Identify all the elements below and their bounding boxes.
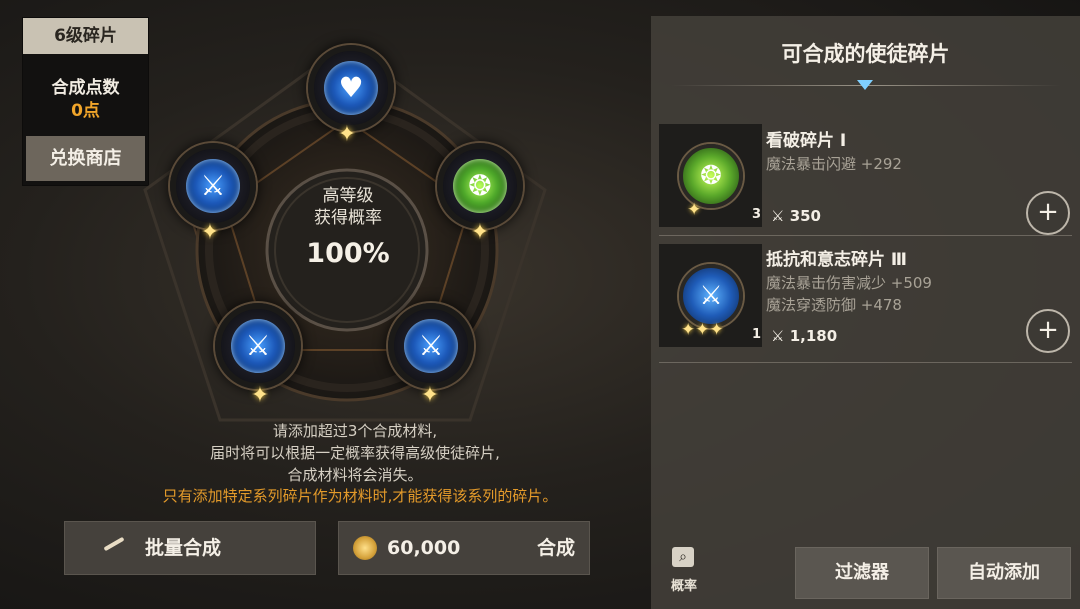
crossed-swords-icon: ⚔ xyxy=(771,327,785,345)
add-item-button[interactable]: + xyxy=(1026,191,1070,235)
series-warning-text: 只有添加特定系列碎片作为材料时,才能获得该系列的碎片。 xyxy=(162,487,558,505)
shield-sword-icon: ⚔ xyxy=(679,264,743,328)
synthesize-button[interactable]: 60,000 合成 xyxy=(338,521,590,575)
star-icon: ✦ xyxy=(200,220,220,245)
probability-label: 概率 xyxy=(670,579,697,594)
center-line1: 高等级 xyxy=(322,186,374,206)
synthesize-cost: 60,000 xyxy=(387,537,461,559)
info-line-3: 合成材料将会消失。 xyxy=(287,466,423,484)
magnifier-icon: ⌕ xyxy=(672,547,694,567)
item-count: 3 xyxy=(752,207,762,222)
green-rune-icon: ❂ xyxy=(453,159,507,213)
star-icon: ✦ xyxy=(420,383,440,408)
heart-shield-icon: ♥ xyxy=(324,61,378,115)
center-line2: 获得概率 xyxy=(314,208,382,228)
item-power-value: 350 xyxy=(789,207,821,225)
info-line-2: 届时将可以根据一定概率获得高级使徒碎片, xyxy=(210,444,500,462)
item-power: ⚔ 1,180 xyxy=(771,327,837,345)
green-rune-icon: ❂ xyxy=(679,144,743,208)
item-stat: 魔法暴击伤害减少 +509 xyxy=(766,274,932,292)
material-socket-upper-right[interactable]: ❂ xyxy=(437,143,523,229)
batch-synthesize-button[interactable]: 批量合成 xyxy=(64,521,316,575)
synthesize-label: 合成 xyxy=(537,537,576,559)
add-item-button[interactable]: + xyxy=(1026,309,1070,353)
shield-sword-icon: ⚔ xyxy=(404,319,458,373)
item-stat: 魔法穿透防御 +478 xyxy=(766,296,902,314)
row-divider xyxy=(659,362,1072,363)
item-count: 1 xyxy=(752,327,762,342)
center-probability-value: 100% xyxy=(306,238,390,269)
gold-coin-icon xyxy=(353,536,377,560)
shield-sword-icon: ⚔ xyxy=(186,159,240,213)
material-socket-top[interactable]: ♥ xyxy=(308,45,394,131)
batch-synthesize-label: 批量合成 xyxy=(145,537,222,559)
item-name: 看破碎片 Ⅰ xyxy=(766,131,847,151)
star-icon: ✦ xyxy=(687,200,702,220)
info-line-1: 请添加超过3个合成材料, xyxy=(272,422,438,440)
star-icon: ✦✦✦ xyxy=(681,320,724,340)
chevron-down-icon xyxy=(857,80,873,90)
fragment-item-icon[interactable]: ⚔ ✦✦✦ 1 xyxy=(659,244,762,347)
star-icon: ✦ xyxy=(337,122,357,147)
material-socket-lower-right[interactable]: ⚔ xyxy=(388,303,474,389)
filter-button[interactable]: 过滤器 xyxy=(795,547,929,599)
material-socket-lower-left[interactable]: ⚔ xyxy=(215,303,301,389)
star-icon: ✦ xyxy=(250,383,270,408)
item-stat: 魔法暴击闪避 +292 xyxy=(766,155,902,173)
fragment-item-icon[interactable]: ❂ ✦ 3 xyxy=(659,124,762,227)
item-power: ⚔ 350 xyxy=(771,207,821,225)
panel-title: 可合成的使徒碎片 xyxy=(781,42,950,66)
craftable-fragments-panel: 可合成的使徒碎片 ❂ ✦ 3 看破碎片 Ⅰ 魔法暴击闪避 +292 ⚔ 350 … xyxy=(651,16,1080,609)
item-power-value: 1,180 xyxy=(789,327,838,345)
center-probability-caption: 高等级 获得概率 xyxy=(283,185,413,229)
row-divider xyxy=(659,235,1072,236)
auto-add-button[interactable]: 自动添加 xyxy=(937,547,1071,599)
star-icon: ✦ xyxy=(470,220,490,245)
crossed-swords-icon: ⚔ xyxy=(771,207,785,225)
wand-icon xyxy=(103,536,125,552)
shield-sword-icon: ⚔ xyxy=(231,319,285,373)
item-name: 抵抗和意志碎片 Ⅲ xyxy=(766,250,907,270)
material-socket-upper-left[interactable]: ⚔ xyxy=(170,143,256,229)
